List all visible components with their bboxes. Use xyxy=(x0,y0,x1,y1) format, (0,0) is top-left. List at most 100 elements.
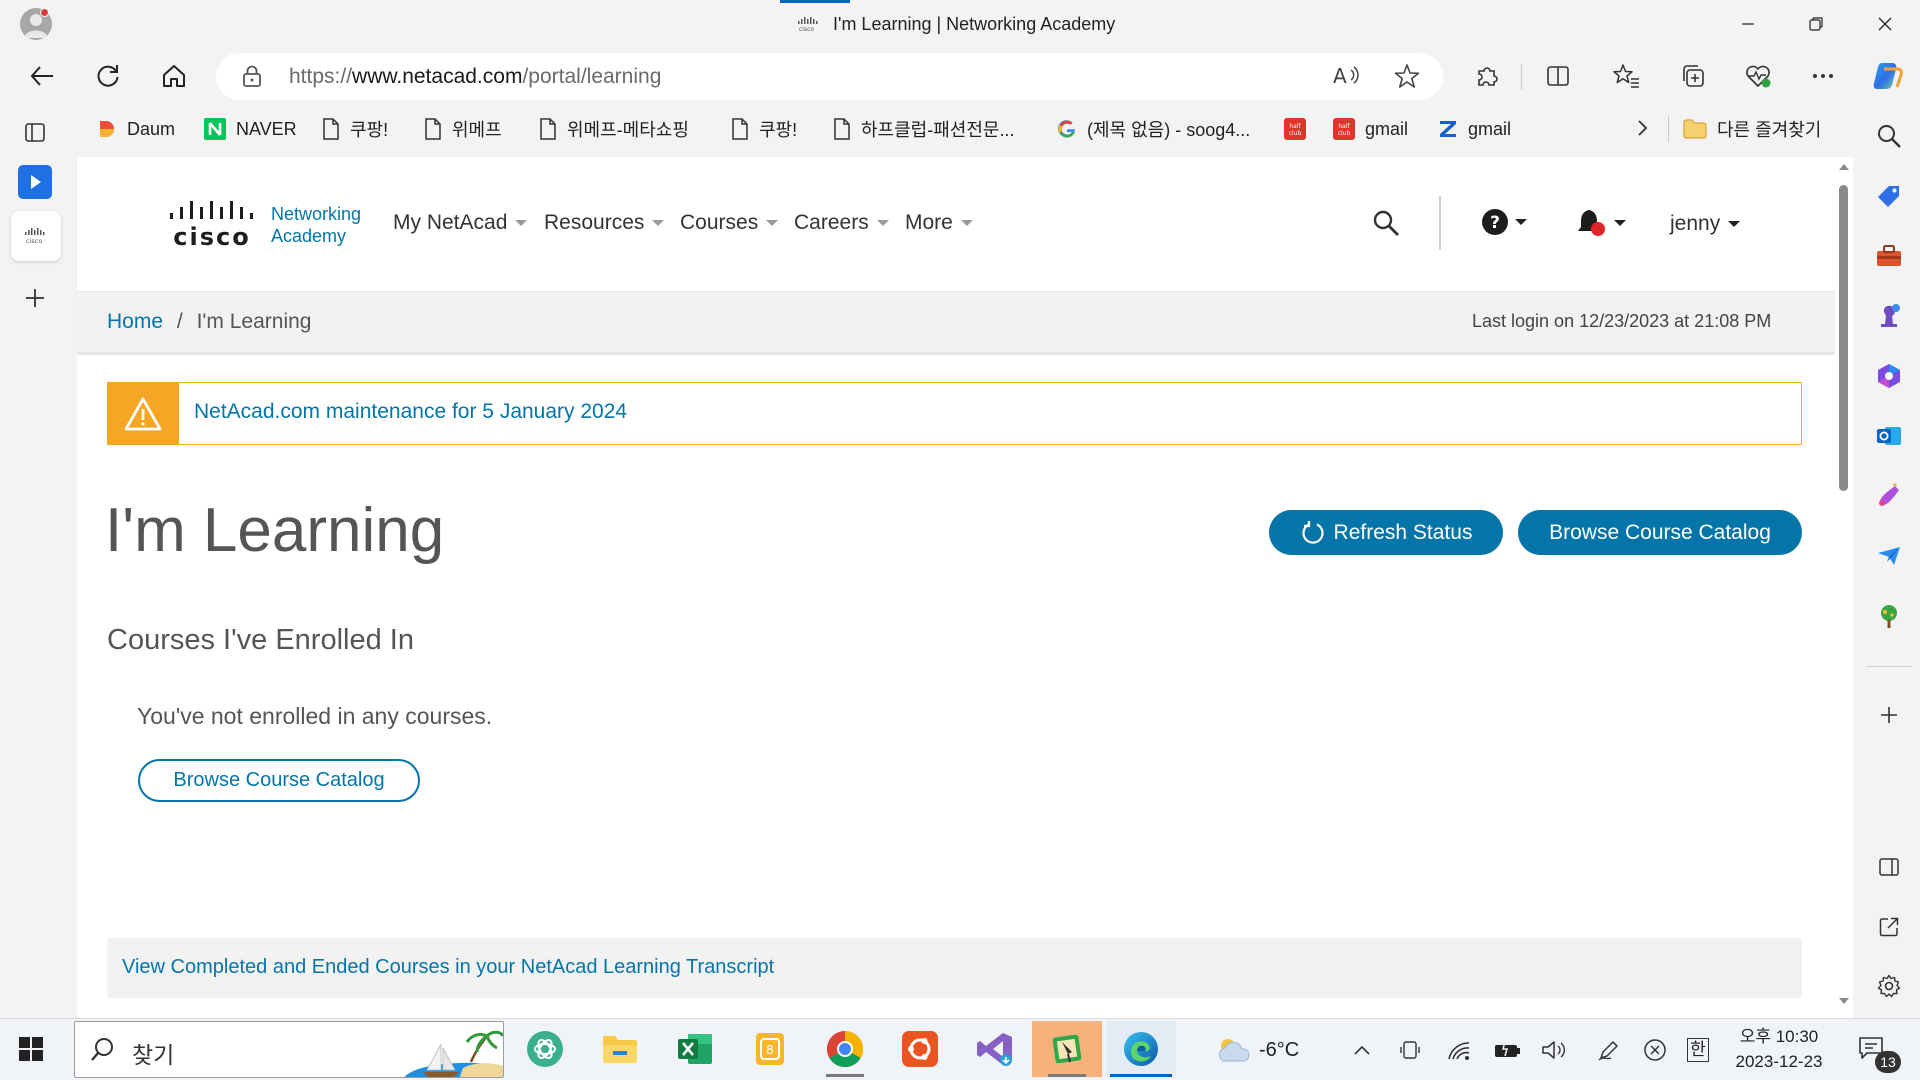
favorite-halfclub-icon[interactable]: half club xyxy=(1284,114,1306,144)
nav-careers[interactable]: Careers xyxy=(794,211,889,235)
sidebar-tools-button[interactable] xyxy=(1871,238,1907,274)
taskbar-app-ubuntu[interactable] xyxy=(885,1021,955,1077)
tray-wifi-icon[interactable] xyxy=(1446,1030,1472,1070)
favorite-gmail-2[interactable]: gmail xyxy=(1438,114,1511,144)
sidebar-tree-button[interactable] xyxy=(1871,598,1907,634)
taskbar-app-file-explorer[interactable] xyxy=(585,1021,655,1077)
breadcrumb-home-link[interactable]: Home xyxy=(107,310,163,333)
favorites-overflow-button[interactable] xyxy=(1632,116,1652,140)
tray-volume-icon[interactable] xyxy=(1541,1030,1567,1070)
close-window-button[interactable] xyxy=(1862,6,1908,42)
scrollbar-thumb[interactable] xyxy=(1839,185,1848,491)
ubuntu-icon xyxy=(902,1031,938,1067)
favorites-list-icon xyxy=(1613,64,1639,88)
minimize-button[interactable] xyxy=(1725,6,1771,42)
favorite-google-doc[interactable]: (제목 없음) - soog4... xyxy=(1057,114,1250,144)
url-text[interactable]: https://www.netacad.com/portal/learning xyxy=(289,62,661,92)
vertical-tab-netacad[interactable]: cisco xyxy=(11,211,61,261)
sidebar-open-external-button[interactable] xyxy=(1871,909,1907,945)
transcript-link[interactable]: View Completed and Ended Courses in your… xyxy=(122,956,774,979)
taskbar-app-edge[interactable] xyxy=(1106,1021,1176,1077)
sidebar-add-button[interactable] xyxy=(1871,697,1907,733)
sidebar-settings-button[interactable] xyxy=(1871,968,1907,1004)
favorite-halfclub[interactable]: 하프클럽-패션전문... xyxy=(833,114,1014,144)
notification-center-button[interactable]: 13 xyxy=(1855,1033,1903,1073)
user-menu[interactable]: jenny xyxy=(1670,212,1741,236)
copilot-button[interactable] xyxy=(1867,56,1907,96)
maintenance-alert-link[interactable]: NetAcad.com maintenance for 5 January 20… xyxy=(194,400,627,424)
running-indicator xyxy=(1048,1074,1086,1077)
cisco-logo[interactable]: cisco xyxy=(168,199,258,249)
taskbar-app-chatgpt[interactable] xyxy=(510,1021,580,1077)
restore-button[interactable] xyxy=(1793,6,1839,42)
tray-overflow-button[interactable] xyxy=(1350,1030,1374,1070)
notifications-button[interactable] xyxy=(1576,207,1626,239)
vertical-tab-media[interactable] xyxy=(15,162,55,202)
read-aloud-button[interactable]: A xyxy=(1327,56,1367,96)
tab-actions-button[interactable] xyxy=(15,112,55,152)
sidebar-outlook-button[interactable] xyxy=(1871,418,1907,454)
collections-button[interactable] xyxy=(1673,56,1713,96)
favorite-coupang-2[interactable]: 쿠팡! xyxy=(731,114,797,144)
lock-icon[interactable] xyxy=(241,64,263,88)
edge-icon xyxy=(1124,1032,1158,1066)
tray-device-icon[interactable] xyxy=(1398,1030,1422,1070)
taskbar-app-map-tool[interactable] xyxy=(1032,1021,1102,1077)
favorite-naver[interactable]: NAVER xyxy=(204,114,297,144)
weather-widget[interactable]: -6°C xyxy=(1213,1030,1299,1070)
add-favorite-button[interactable] xyxy=(1387,56,1427,96)
scroll-down-arrow-icon[interactable] xyxy=(1838,996,1850,1006)
help-menu-button[interactable]: ? xyxy=(1481,208,1527,236)
sidebar-designer-button[interactable] xyxy=(1871,478,1907,514)
taskbar-app-notes[interactable]: 8 xyxy=(735,1021,805,1077)
page-icon xyxy=(323,118,339,140)
favorite-gmail-1[interactable]: half club gmail xyxy=(1333,114,1408,144)
browser-essentials-button[interactable] xyxy=(1738,56,1778,96)
active-app-indicator xyxy=(1110,1074,1172,1077)
favorites-button[interactable] xyxy=(1606,56,1646,96)
start-button[interactable] xyxy=(18,1036,44,1062)
home-button[interactable] xyxy=(154,56,194,96)
tray-battery-icon[interactable] xyxy=(1493,1030,1521,1070)
tray-pen-icon[interactable] xyxy=(1596,1030,1622,1070)
refresh-status-button[interactable]: Refresh Status xyxy=(1269,510,1503,555)
sidebar-microsoft365-button[interactable] xyxy=(1871,358,1907,394)
favorite-wemakeprice-meta[interactable]: 위메프-메타쇼핑 xyxy=(539,114,689,144)
browse-catalog-button[interactable]: Browse Course Catalog xyxy=(1518,510,1802,555)
taskbar-clock[interactable]: 오후 10:30 2023-12-23 xyxy=(1734,1024,1824,1074)
favorite-coupang-1[interactable]: 쿠팡! xyxy=(322,114,388,144)
taskbar-app-chrome[interactable] xyxy=(810,1021,880,1077)
sticky-notes-icon: 8 xyxy=(756,1033,784,1065)
browse-catalog-outline-button[interactable]: Browse Course Catalog xyxy=(138,759,420,802)
sidebar-divider xyxy=(1866,666,1912,667)
sidebar-games-button[interactable] xyxy=(1871,298,1907,334)
sidebar-search-button[interactable] xyxy=(1871,118,1907,154)
extensions-button[interactable] xyxy=(1467,56,1507,96)
ime-indicator[interactable]: 한 xyxy=(1685,1030,1711,1070)
site-search-button[interactable] xyxy=(1372,209,1400,237)
last-login-text: Last login on 12/23/2023 at 21:08 PM xyxy=(1472,311,1772,331)
refresh-button[interactable] xyxy=(88,56,128,96)
back-button[interactable] xyxy=(22,56,62,96)
taskbar-app-excel[interactable] xyxy=(660,1021,730,1077)
taskbar-app-visual-studio[interactable] xyxy=(960,1021,1030,1077)
chevron-down-icon xyxy=(960,220,973,226)
academy-logo-text[interactable]: Networking Academy xyxy=(271,203,361,247)
tray-status-icon[interactable] xyxy=(1642,1030,1668,1070)
scroll-up-arrow-icon[interactable] xyxy=(1838,162,1850,172)
nav-my-netacad[interactable]: My NetAcad xyxy=(393,211,528,235)
settings-more-button[interactable] xyxy=(1803,56,1843,96)
new-tab-button[interactable] xyxy=(15,278,55,318)
split-screen-button[interactable] xyxy=(1538,56,1578,96)
wifi-icon xyxy=(1448,1042,1470,1060)
other-favorites-folder[interactable]: 다른 즐겨찾기 xyxy=(1683,114,1821,144)
sidebar-shopping-button[interactable] xyxy=(1871,178,1907,214)
sidebar-send-button[interactable] xyxy=(1871,538,1907,574)
nav-courses[interactable]: Courses xyxy=(680,211,779,235)
active-tab[interactable]: cisco I'm Learning | Networking Academy xyxy=(797,12,1115,36)
nav-resources[interactable]: Resources xyxy=(544,211,665,235)
favorite-wemakeprice[interactable]: 위메프 xyxy=(424,114,502,144)
favorite-daum[interactable]: Daum xyxy=(97,114,175,144)
sidebar-hide-button[interactable] xyxy=(1871,849,1907,885)
nav-more[interactable]: More xyxy=(905,211,973,235)
